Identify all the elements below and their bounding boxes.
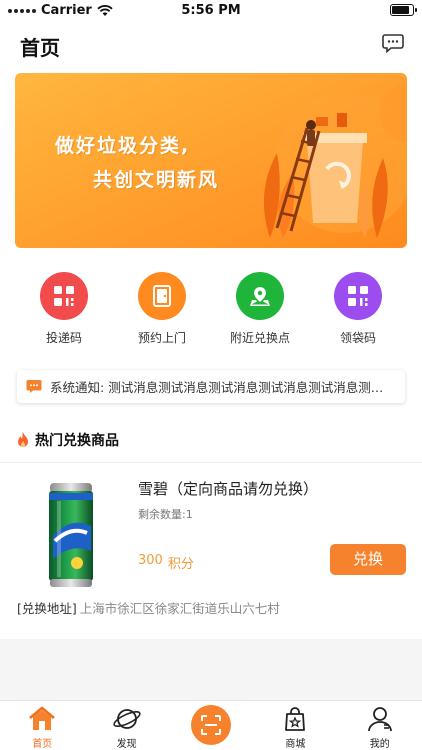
tab-label: 首页 — [32, 739, 53, 750]
notice-text: 系统通知: 测试消息测试消息测试消息测试消息测试消息测试消息 — [50, 377, 395, 396]
product-card[interactable]: 雪碧（定向商品请勿兑换） 剩余数量:1 300 积分 兑换 [兑换地址] 上海市徐… — [0, 463, 422, 639]
quick-label: 投递码 — [45, 331, 82, 345]
product-address: [兑换地址] 上海市徐汇区徐家汇街道乐山六七村 — [17, 598, 280, 617]
quick-item-delivery-code[interactable]: 投递码 — [15, 272, 113, 352]
shop-bag-icon — [285, 707, 306, 731]
notice-icon — [26, 380, 42, 393]
section-title-text: 热门兑换商品 — [35, 433, 119, 449]
message-icon[interactable] — [382, 33, 404, 53]
tab-discover[interactable]: 发现 — [84, 701, 168, 750]
tab-label: 我的 — [369, 739, 390, 750]
banner-slogan-line2: 共创文明新风 — [93, 169, 220, 191]
product-name: 雪碧（定向商品请勿兑换） — [138, 480, 319, 498]
battery-level — [392, 6, 409, 14]
tab-home[interactable]: 首页 — [0, 701, 84, 750]
quick-circle — [236, 272, 284, 320]
system-notice[interactable]: 系统通知: 测试消息测试消息测试消息测试消息测试消息测试消息 — [17, 370, 405, 403]
quick-menu: 投递码 预约上门 附近兑换点 领袋码 — [0, 272, 422, 352]
address-value: 上海市徐汇区徐家汇街道乐山六七村 — [79, 601, 280, 616]
qr-code-icon — [348, 286, 368, 306]
product-points: 300 积分 — [138, 553, 194, 572]
status-bar: Carrier 5:56 PM — [0, 0, 422, 22]
notice-content: 测试消息测试消息测试消息测试消息测试消息测试消息 — [108, 380, 395, 395]
stock-label: 剩余数量: — [138, 508, 186, 521]
section-title: 热门兑换商品 — [15, 430, 119, 450]
map-pin-icon — [250, 287, 270, 306]
status-time: 5:56 PM — [181, 3, 241, 18]
content-background — [0, 639, 422, 700]
quick-label: 领袋码 — [339, 331, 376, 345]
exchange-button[interactable]: 兑换 — [330, 544, 406, 575]
tab-scan[interactable] — [169, 701, 253, 750]
tab-bar: 首页 发现 商城 我的 — [0, 700, 422, 750]
tab-label: 发现 — [116, 739, 137, 750]
stock-value: 1 — [185, 508, 193, 521]
scan-icon — [200, 715, 221, 735]
banner-text: 做好垃圾分类, 共创文明新风 — [15, 73, 250, 248]
points-unit: 积分 — [167, 557, 194, 572]
quick-circle — [334, 272, 382, 320]
home-icon — [29, 706, 56, 730]
address-label: [兑换地址] — [17, 601, 77, 616]
promo-banner[interactable]: 做好垃圾分类, 共创文明新风 — [15, 73, 407, 248]
product-stock: 剩余数量:1 — [138, 506, 193, 522]
quick-label: 附近兑换点 — [229, 331, 290, 345]
quick-circle — [40, 272, 88, 320]
fire-icon — [18, 432, 28, 447]
quick-item-bag-code[interactable]: 领袋码 — [309, 272, 407, 352]
notice-label: 系统通知: — [50, 380, 109, 395]
quick-label: 预约上门 — [137, 331, 186, 345]
user-icon — [367, 707, 392, 732]
page-title: 首页 — [20, 36, 60, 60]
quick-item-appointment[interactable]: 预约上门 — [113, 272, 211, 352]
points-value: 300 — [138, 553, 163, 568]
battery-icon — [390, 4, 417, 16]
quick-circle — [138, 272, 186, 320]
scan-button[interactable] — [190, 705, 231, 745]
door-icon — [153, 285, 171, 307]
nav-bar: 首页 — [0, 22, 422, 66]
planet-icon — [112, 709, 141, 729]
tab-mall[interactable]: 商城 — [253, 701, 337, 750]
qr-code-icon — [54, 286, 74, 306]
quick-item-nearby-points[interactable]: 附近兑换点 — [211, 272, 309, 352]
tab-mine[interactable]: 我的 — [338, 701, 422, 750]
banner-slogan-line1: 做好垃圾分类, — [55, 135, 191, 157]
tab-label: 商城 — [285, 739, 306, 750]
product-image — [49, 483, 93, 587]
